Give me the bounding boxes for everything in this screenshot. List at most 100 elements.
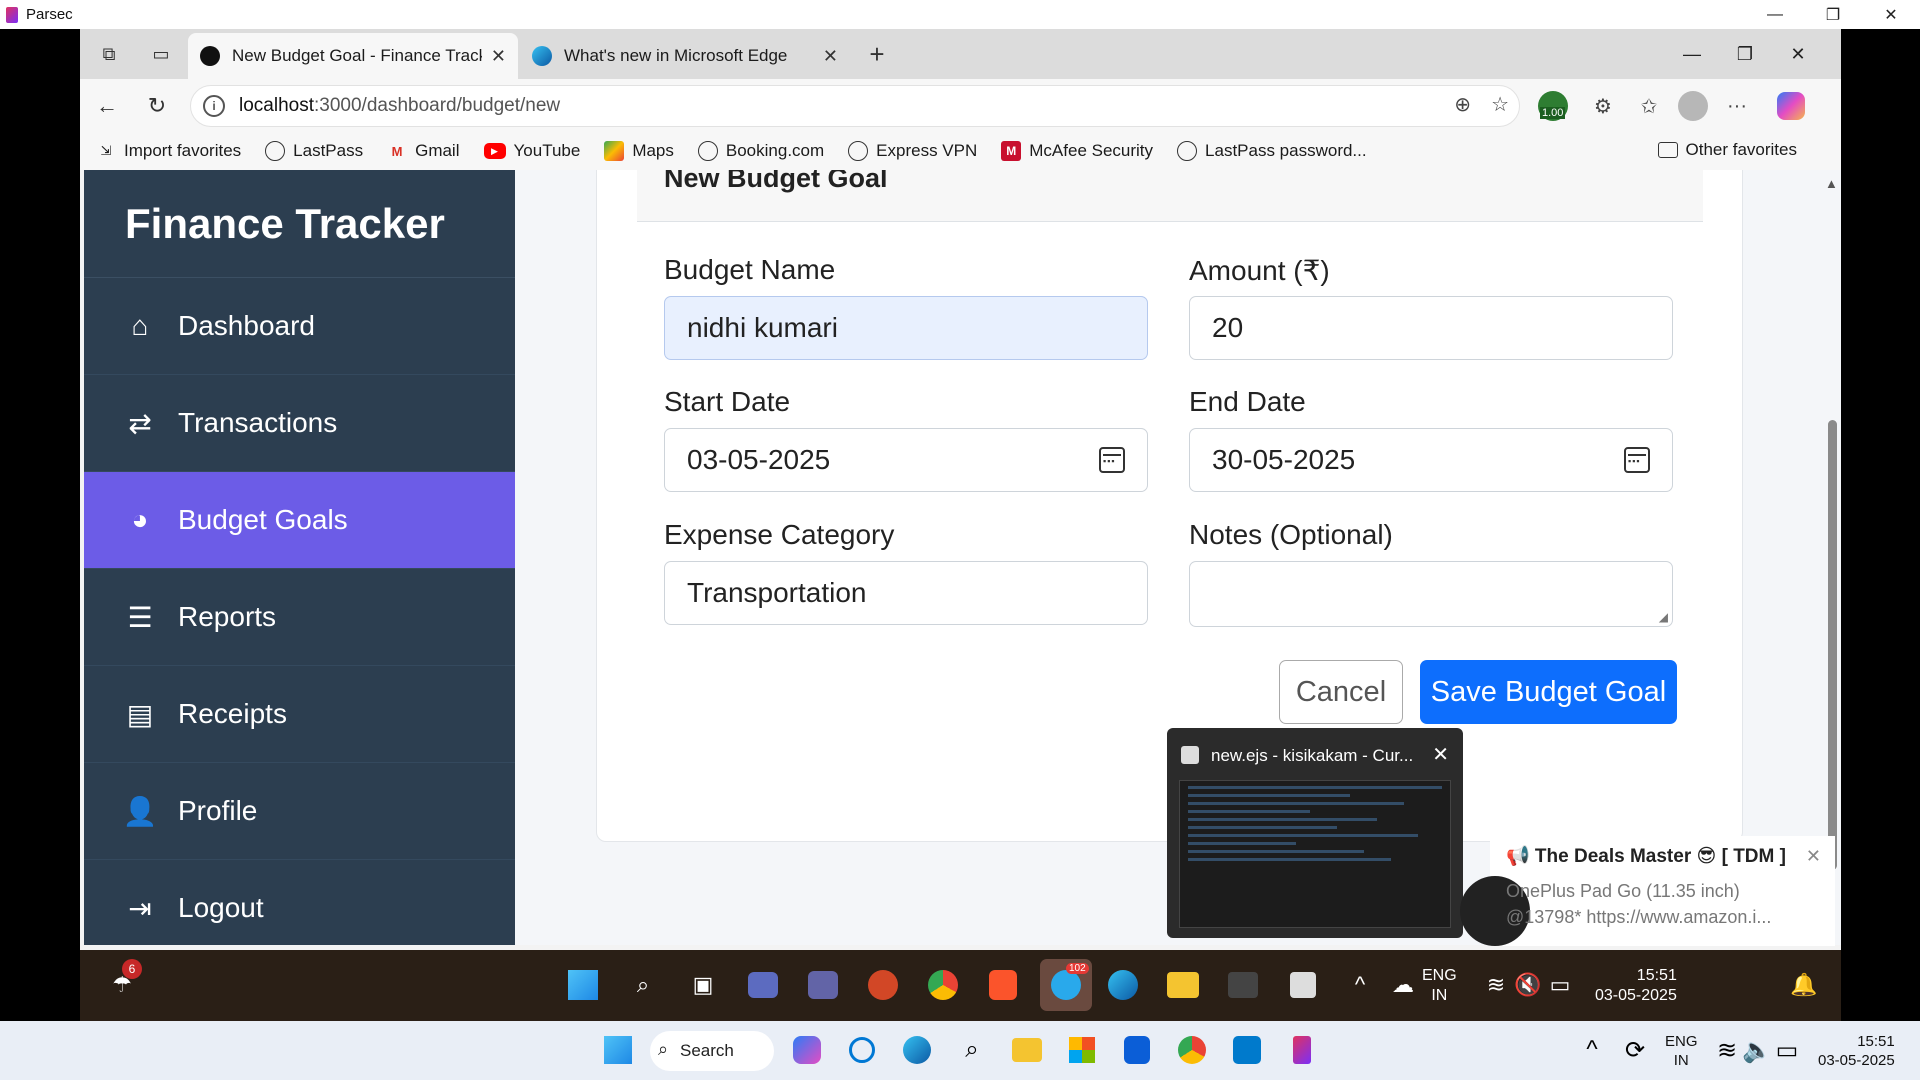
host-edge-icon[interactable] <box>900 1033 934 1067</box>
parsec-close-button[interactable]: ✕ <box>1862 0 1920 29</box>
extension-badge-icon[interactable]: 1.00 <box>1536 89 1570 123</box>
file-explorer-icon[interactable] <box>1165 967 1201 1003</box>
refresh-icon[interactable]: ↻ <box>140 89 174 123</box>
sidebar-item-receipts[interactable]: ▤ Receipts <box>84 666 515 763</box>
copilot-icon[interactable] <box>1774 89 1808 123</box>
start-icon[interactable] <box>565 967 601 1003</box>
bookmark-import-favorites[interactable]: ⇲ Import favorites <box>96 141 242 161</box>
address-bar[interactable]: i localhost:3000/dashboard/budget/new ⊕ … <box>190 85 1520 127</box>
parsec-maximize-button[interactable]: ❐ <box>1804 0 1862 29</box>
sidebar-item-budget-goals[interactable]: ◕ Budget Goals <box>84 472 515 569</box>
extensions-icon[interactable]: ⚙ <box>1586 89 1620 123</box>
terminal-icon[interactable] <box>1225 967 1261 1003</box>
close-window-icon[interactable]: ✕ <box>1778 39 1818 69</box>
sidebar-item-logout[interactable]: ⇥ Logout <box>84 860 515 945</box>
zoom-icon[interactable]: ⊕ <box>1454 92 1471 117</box>
weather-icon[interactable]: ☂ 6 <box>104 959 142 1003</box>
bookmark-booking[interactable]: Booking.com <box>697 141 824 161</box>
new-tab-icon[interactable]: + <box>862 39 892 69</box>
tab-close-icon[interactable]: ✕ <box>823 46 838 67</box>
notes-textarea[interactable]: ◢ <box>1189 561 1673 627</box>
host-tray-chevron-icon[interactable]: ^ <box>1575 1033 1609 1067</box>
restore-icon[interactable]: ❐ <box>1725 39 1765 69</box>
sidebar-item-profile[interactable]: 👤 Profile <box>84 763 515 860</box>
bookmark-mcafee[interactable]: M McAfee Security <box>1001 141 1153 161</box>
cancel-button[interactable]: Cancel <box>1279 660 1403 724</box>
copilot-taskbar-icon[interactable] <box>790 1033 824 1067</box>
store-icon[interactable] <box>1065 1033 1099 1067</box>
host-volume-icon[interactable]: 🔈 <box>1740 1033 1774 1067</box>
sidebar-item-dashboard[interactable]: ⌂ Dashboard <box>84 278 515 375</box>
language-indicator[interactable]: ENG IN <box>1422 966 1457 1006</box>
sidebar-item-reports[interactable]: ☰ Reports <box>84 569 515 666</box>
onedrive-icon[interactable]: ☁ <box>1385 967 1421 1003</box>
notifications-icon[interactable]: 🔔 <box>1786 967 1822 1003</box>
host-language-indicator[interactable]: ENG IN <box>1665 1032 1698 1070</box>
notification-close-icon[interactable]: ✕ <box>1806 846 1821 867</box>
host-chrome-icon[interactable] <box>1175 1033 1209 1067</box>
sync-icon[interactable]: ⟳ <box>1618 1033 1652 1067</box>
tray-chevron-icon[interactable]: ^ <box>1342 967 1378 1003</box>
scrollbar-thumb[interactable] <box>1828 420 1837 870</box>
brave-icon[interactable] <box>985 967 1021 1003</box>
profile-avatar-icon[interactable] <box>1676 89 1710 123</box>
chrome-icon[interactable] <box>925 967 961 1003</box>
preview-close-icon[interactable]: ✕ <box>1432 742 1449 767</box>
clock[interactable]: 15:51 03-05-2025 <box>1595 966 1677 1006</box>
host-clock[interactable]: 15:51 03-05-2025 <box>1818 1032 1895 1070</box>
amount-input[interactable]: 20 <box>1189 296 1673 360</box>
bookmark-gmail[interactable]: M Gmail <box>387 141 460 161</box>
calendar-icon[interactable] <box>1099 447 1125 473</box>
bookmark-youtube[interactable]: ▶ YouTube <box>483 141 580 161</box>
window-preview-popup[interactable]: new.ejs - kisikakam - Cur... ✕ <box>1167 728 1463 938</box>
preview-thumbnail[interactable] <box>1179 780 1451 928</box>
meet-icon[interactable] <box>745 967 781 1003</box>
task-view-icon[interactable]: ▣ <box>685 967 721 1003</box>
resize-handle-icon[interactable]: ◢ <box>1659 610 1668 624</box>
search-icon[interactable]: ⌕ <box>625 967 661 1003</box>
vertical-tabs-icon[interactable]: ▭ <box>146 39 176 69</box>
battery-icon[interactable]: ▭ <box>1542 967 1578 1003</box>
wifi-icon[interactable]: ≋ <box>1478 967 1514 1003</box>
host-parsec-icon[interactable] <box>1285 1033 1319 1067</box>
bookmark-lastpass[interactable]: LastPass <box>265 141 363 161</box>
cortana-icon[interactable] <box>845 1033 879 1067</box>
start-date-input[interactable]: 03-05-2025 <box>664 428 1148 492</box>
back-icon[interactable]: ← <box>90 89 124 123</box>
tab-close-icon[interactable]: ✕ <box>491 46 506 67</box>
host-file-explorer-icon[interactable] <box>1010 1033 1044 1067</box>
volume-muted-icon[interactable]: 🔇 <box>1510 967 1546 1003</box>
cursor-app-taskbar-icon[interactable] <box>1285 967 1321 1003</box>
sidebar-item-transactions[interactable]: ⇄ Transactions <box>84 375 515 472</box>
edge-taskbar-icon[interactable] <box>1105 967 1141 1003</box>
favorite-star-icon[interactable]: ☆ <box>1491 92 1509 117</box>
site-info-icon[interactable]: i <box>203 95 225 117</box>
bookmark-lastpass-password[interactable]: LastPass password... <box>1177 141 1367 161</box>
parsec-minimize-button[interactable]: — <box>1746 0 1804 29</box>
telegram-icon[interactable]: 102 <box>1040 959 1092 1011</box>
host-battery-icon[interactable]: ▭ <box>1770 1033 1804 1067</box>
budget-name-input[interactable]: nidhi kumari <box>664 296 1148 360</box>
scroll-up-icon[interactable]: ▲ <box>1825 176 1838 191</box>
category-select[interactable]: Transportation <box>664 561 1148 625</box>
save-budget-goal-button[interactable]: Save Budget Goal <box>1420 660 1677 724</box>
end-date-input[interactable]: 30-05-2025 <box>1189 428 1673 492</box>
teams-icon[interactable] <box>805 967 841 1003</box>
host-search-box[interactable]: ⌕ Search <box>650 1031 774 1071</box>
minimize-icon[interactable]: — <box>1672 39 1712 69</box>
tab-whats-new-edge[interactable]: What's new in Microsoft Edge ✕ <box>520 33 850 79</box>
vscode-icon[interactable] <box>1230 1033 1264 1067</box>
workspaces-icon[interactable]: ⧉ <box>94 39 124 69</box>
calendar-icon[interactable] <box>1624 447 1650 473</box>
powerpoint-icon[interactable] <box>865 967 901 1003</box>
bookmark-expressvpn[interactable]: Express VPN <box>848 141 977 161</box>
page-scrollbar[interactable]: ▲ <box>1821 170 1841 945</box>
search-tool-icon[interactable]: ⌕ <box>955 1033 989 1067</box>
favorites-icon[interactable]: ✩ <box>1632 89 1666 123</box>
tab-finance-tracker[interactable]: New Budget Goal - Finance Track ✕ <box>188 33 518 79</box>
host-wifi-icon[interactable]: ≋ <box>1710 1033 1744 1067</box>
notification-toast[interactable]: 📢 The Deals Master 😎 [ TDM ] ✕ OnePlus P… <box>1460 836 1835 946</box>
bookmark-maps[interactable]: Maps <box>604 141 674 161</box>
host-app-icon[interactable] <box>1120 1033 1154 1067</box>
other-favorites[interactable]: Other favorites <box>1657 140 1797 160</box>
